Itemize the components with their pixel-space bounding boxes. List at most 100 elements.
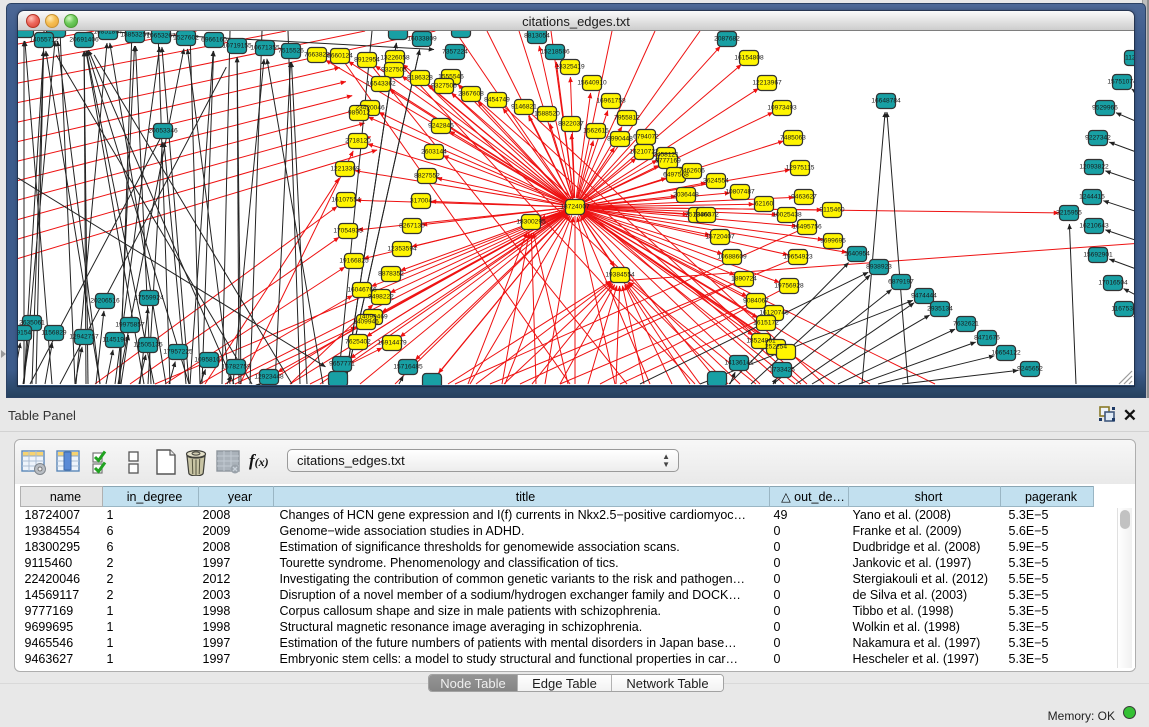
svg-text:8990448: 8990448 <box>607 136 633 143</box>
svg-text:2867608: 2867608 <box>458 91 484 98</box>
svg-text:9498222: 9498222 <box>368 294 394 301</box>
svg-text:8822037: 8822037 <box>558 121 584 128</box>
svg-text:16495756: 16495756 <box>792 224 822 231</box>
svg-text:12213369: 12213369 <box>330 166 360 173</box>
svg-text:9245652: 9245652 <box>1017 366 1043 373</box>
svg-text:18724007: 18724007 <box>560 204 590 211</box>
svg-text:1733426: 1733426 <box>769 367 795 374</box>
svg-text:10973493: 10973493 <box>767 105 797 112</box>
svg-text:20053346: 20053346 <box>148 128 178 135</box>
svg-text:9227342: 9227342 <box>1085 135 1111 142</box>
svg-text:10719155: 10719155 <box>222 43 252 50</box>
svg-text:19975857: 19975857 <box>115 322 145 329</box>
svg-text:8471676: 8471676 <box>974 335 1000 342</box>
svg-text:7632621: 7632621 <box>953 321 979 328</box>
svg-text:252254: 252254 <box>765 344 787 351</box>
svg-text:9327505: 9327505 <box>381 67 407 74</box>
svg-text:62160: 62160 <box>755 201 774 208</box>
svg-text:9699695: 9699695 <box>820 238 846 245</box>
svg-text:10688609: 10688609 <box>717 254 747 261</box>
svg-text:9529966: 9529966 <box>1092 105 1118 112</box>
svg-text:11212: 11212 <box>1125 55 1134 62</box>
svg-text:17054935: 17054935 <box>333 228 363 235</box>
svg-text:3215955: 3215955 <box>1056 210 1082 217</box>
svg-text:15716485: 15716485 <box>393 364 423 371</box>
svg-text:7485063: 7485063 <box>780 135 806 142</box>
svg-text:1244415: 1244415 <box>1079 194 1105 201</box>
svg-text:3624554: 3624554 <box>703 178 729 185</box>
svg-text:15640910: 15640910 <box>577 80 607 87</box>
svg-text:1615172: 1615172 <box>753 320 779 327</box>
svg-text:8454749: 8454749 <box>484 97 510 104</box>
svg-text:7357224: 7357224 <box>442 49 468 56</box>
svg-text:10025438: 10025438 <box>772 212 802 219</box>
svg-text:12923448: 12923448 <box>254 374 284 381</box>
svg-text:9115460: 9115460 <box>819 207 845 214</box>
svg-text:2635061: 2635061 <box>19 320 45 327</box>
svg-text:9084067: 9084067 <box>743 298 769 305</box>
svg-text:15218586: 15218586 <box>540 49 570 56</box>
svg-text:10653267: 10653267 <box>146 33 176 40</box>
svg-text:10654122: 10654122 <box>991 350 1021 357</box>
svg-text:2087682: 2087682 <box>714 36 740 43</box>
svg-text:12093822: 12093822 <box>1079 164 1109 171</box>
svg-text:10958107: 10958107 <box>194 357 224 364</box>
svg-text:12942757: 12942757 <box>69 334 99 341</box>
svg-text:9327506: 9327506 <box>431 83 457 90</box>
svg-text:15692901: 15692901 <box>1083 252 1113 259</box>
svg-text:8827552: 8827552 <box>414 173 440 180</box>
svg-text:14055712: 14055712 <box>29 37 59 44</box>
svg-text:19756928: 19756928 <box>774 283 804 290</box>
svg-text:8878352: 8878352 <box>378 271 404 278</box>
svg-text:17957225: 17957225 <box>163 349 193 356</box>
svg-text:1562615: 1562615 <box>583 128 609 135</box>
svg-text:18300295: 18300295 <box>516 219 546 226</box>
svg-text:2603144: 2603144 <box>421 149 447 156</box>
svg-text:17016504: 17016504 <box>1098 280 1128 287</box>
svg-text:2935134: 2935134 <box>927 306 953 313</box>
svg-text:14136141: 14136141 <box>724 360 754 367</box>
svg-text:10671355: 10671355 <box>250 45 280 52</box>
svg-text:12353594: 12353594 <box>387 246 417 253</box>
svg-text:7515526: 7515526 <box>278 48 304 55</box>
svg-text:8267130: 8267130 <box>399 223 425 230</box>
svg-text:7386372: 7386372 <box>693 212 719 219</box>
svg-text:16543362: 16543362 <box>366 81 396 88</box>
svg-text:12975115: 12975115 <box>786 165 815 172</box>
svg-text:19654923: 19654923 <box>783 254 813 261</box>
svg-text:9657771: 9657771 <box>329 361 355 368</box>
svg-text:19851867: 19851867 <box>93 31 123 36</box>
svg-text:7955812: 7955812 <box>614 115 640 122</box>
svg-text:16648784: 16648784 <box>871 98 901 105</box>
svg-text:9777169: 9777169 <box>655 158 681 165</box>
svg-text:16120746: 16120746 <box>759 310 789 317</box>
svg-text:1409946: 1409946 <box>353 319 379 326</box>
svg-text:15720407: 15720407 <box>705 234 735 241</box>
svg-text:317004: 317004 <box>410 198 432 205</box>
svg-text:8912954: 8912954 <box>354 57 380 64</box>
svg-text:1640954: 1640954 <box>844 251 870 258</box>
svg-text:19384554: 19384554 <box>605 272 635 279</box>
svg-text:1555546: 1555546 <box>438 74 464 81</box>
svg-text:16154808: 16154808 <box>734 55 764 62</box>
svg-text:20206516: 20206516 <box>90 298 120 305</box>
svg-text:12505135: 12505135 <box>133 342 163 349</box>
svg-text:9463627: 9463627 <box>791 194 817 201</box>
svg-text:16210643: 16210643 <box>1079 223 1109 230</box>
svg-text:1167534: 1167534 <box>1111 306 1134 313</box>
svg-text:6879197: 6879197 <box>888 279 914 286</box>
svg-text:1156829: 1156829 <box>41 330 67 337</box>
svg-text:7462606: 7462606 <box>679 168 705 175</box>
svg-text:13325419: 13325419 <box>555 64 585 71</box>
svg-text:16046766: 16046766 <box>347 287 377 294</box>
svg-text:989012: 989012 <box>348 110 370 117</box>
svg-text:16782759: 16782759 <box>221 364 251 371</box>
svg-text:1145194: 1145194 <box>102 337 128 344</box>
svg-text:16033809: 16033809 <box>407 36 437 43</box>
svg-text:39154: 39154 <box>18 330 31 337</box>
svg-text:8813054: 8813054 <box>524 33 550 40</box>
svg-text:20691406: 20691406 <box>69 37 99 44</box>
svg-text:7625402: 7625402 <box>345 339 371 346</box>
svg-text:9242845: 9242845 <box>428 123 454 130</box>
svg-text:16961758: 16961758 <box>596 98 626 105</box>
